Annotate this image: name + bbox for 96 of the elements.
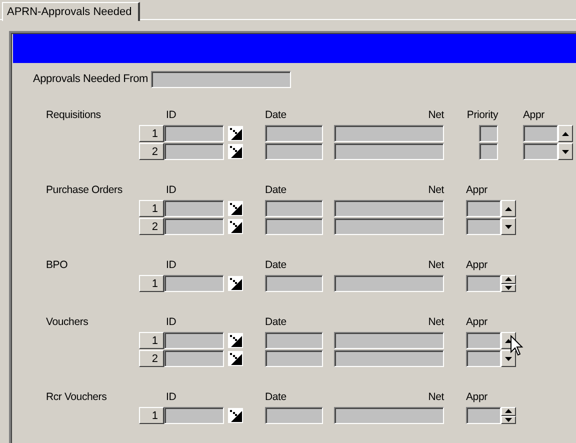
input-field[interactable] [265,218,323,235]
column-header: Date [265,259,288,272]
scroll-down-button[interactable] [501,350,516,367]
input-field[interactable] [334,218,444,235]
input-field[interactable] [334,332,444,349]
column-header: Date [265,316,288,329]
column-header: Appr [466,316,488,329]
input-field[interactable] [265,350,323,367]
input-field[interactable] [479,143,498,160]
input-field[interactable] [523,143,558,160]
input-field[interactable] [151,71,292,88]
row-number-button[interactable]: 1 [139,407,164,424]
input-field[interactable] [164,407,224,424]
lookup-icon[interactable] [228,144,243,159]
input-field[interactable] [164,218,224,235]
cursor-icon [510,335,524,357]
column-header: Date [265,184,288,197]
row-number-button[interactable]: 1 [139,200,164,217]
input-field[interactable] [334,350,444,367]
input-field[interactable] [466,407,501,424]
lookup-icon[interactable] [228,333,243,348]
input-field[interactable] [523,125,558,142]
column-header: Net [427,316,444,329]
input-field[interactable] [265,332,323,349]
row-number-button[interactable]: 2 [139,350,164,367]
column-header: Appr [466,259,488,272]
input-field[interactable] [164,275,224,292]
input-field[interactable] [334,407,444,424]
input-field[interactable] [466,200,501,217]
column-header: Date [265,391,288,404]
row-number-button[interactable]: 1 [139,125,164,142]
lookup-icon[interactable] [228,126,243,141]
column-header: ID [165,109,178,122]
input-field[interactable] [164,350,224,367]
lookup-icon[interactable] [228,219,243,234]
input-field[interactable] [164,332,224,349]
input-field[interactable] [334,143,444,160]
down-arrow-icon [562,150,569,154]
tab[interactable]: APRN-Approvals Needed [2,2,140,21]
lookup-icon[interactable] [228,276,243,291]
lookup-icon[interactable] [228,408,243,423]
input-field[interactable] [334,125,444,142]
input-field[interactable] [265,125,323,142]
input-field[interactable] [164,125,224,142]
column-header: ID [165,316,178,329]
column-header: ID [165,259,178,272]
column-header: ID [165,391,178,404]
scroll-up-button[interactable] [558,125,573,142]
up-arrow-icon [505,277,512,282]
row-number-button[interactable]: 1 [139,275,164,292]
section-label: BPO [46,259,69,272]
input-field[interactable] [265,200,323,217]
column-header: Net [427,259,444,272]
input-field[interactable] [164,200,224,217]
down-arrow-icon [505,356,512,360]
field-label: Approvals Needed From [33,72,148,88]
column-header: Net [427,109,444,122]
input-field[interactable] [466,350,501,367]
input-field[interactable] [334,275,444,292]
spinner-control[interactable] [501,407,516,424]
lookup-icon[interactable] [228,351,243,366]
lookup-icon[interactable] [228,201,243,216]
column-header: Appr [523,109,546,122]
spinner-control[interactable] [501,275,516,292]
down-arrow-icon [505,224,512,228]
scroll-down-button[interactable] [501,218,516,235]
column-header: Appr [466,391,488,404]
column-header: Priority [466,109,498,122]
input-field[interactable] [466,275,501,292]
section-label: Rcr Vouchers [46,391,108,404]
scroll-down-button[interactable] [558,143,573,160]
section-label: Vouchers [46,316,90,329]
section-label: Purchase Orders [46,184,124,197]
column-header: Date [265,109,288,122]
input-field[interactable] [334,200,444,217]
column-header: Net [427,184,444,197]
up-arrow-icon [562,132,569,136]
column-header: Appr [466,184,488,197]
row-number-button[interactable]: 2 [139,143,164,160]
input-field[interactable] [466,332,501,349]
input-field[interactable] [164,143,224,160]
row-number-button[interactable]: 1 [139,332,164,349]
down-arrow-icon [505,418,512,422]
up-arrow-icon [505,206,512,210]
column-header: Net [427,391,444,404]
section-label: Requisitions [46,109,102,122]
input-field[interactable] [466,218,501,235]
row-number-button[interactable]: 2 [139,218,164,235]
input-field[interactable] [479,125,498,142]
input-field[interactable] [265,275,323,292]
input-field[interactable] [265,407,323,424]
down-arrow-icon [505,286,512,290]
column-header: ID [165,184,178,197]
up-arrow-icon [505,409,512,414]
scroll-up-button[interactable] [501,200,516,217]
input-field[interactable] [265,143,323,160]
